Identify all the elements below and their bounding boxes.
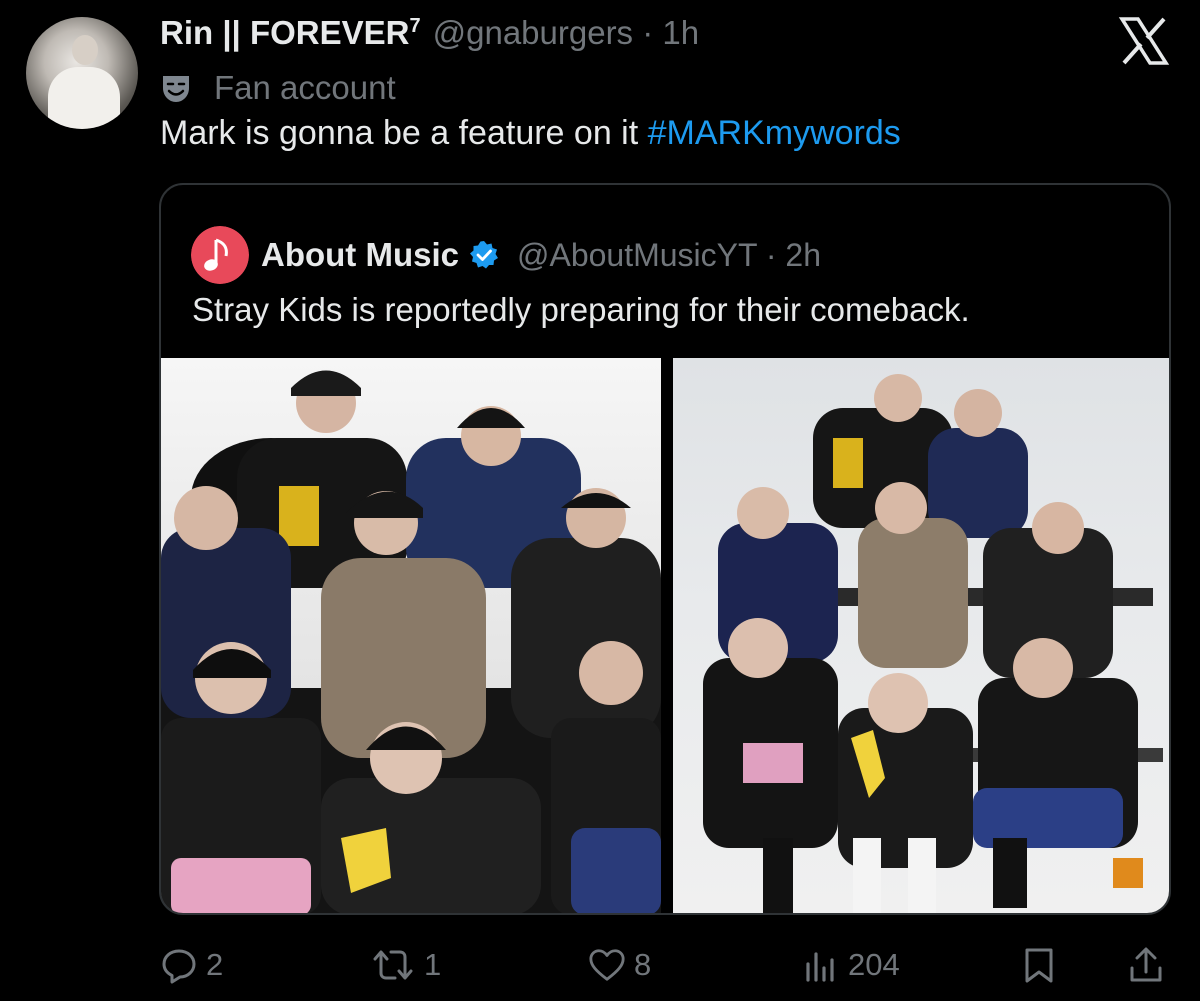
tweet-avatar[interactable]: [26, 17, 138, 129]
quote-header: About Music @AboutMusicYT · 2h: [191, 226, 821, 284]
view-count: 204: [848, 947, 900, 982]
share-icon: [1130, 947, 1162, 982]
author-name[interactable]: Rin || FOREVER7: [160, 14, 421, 52]
quote-author-handle[interactable]: @AboutMusicYT · 2h: [517, 237, 821, 274]
bookmark-button[interactable]: [1020, 940, 1066, 990]
tweet-text: Mark is gonna be a feature on it #MARKmy…: [160, 114, 901, 152]
quote-text: Stray Kids is reportedly preparing for t…: [192, 291, 970, 328]
bookmark-icon: [1025, 948, 1053, 983]
reply-count: 2: [206, 947, 224, 982]
tweet-time: 1h: [662, 14, 700, 51]
action-bar: 2 1 8 204: [0, 940, 1200, 990]
views-button[interactable]: 204: [802, 940, 900, 990]
group-photo-left: [161, 370, 661, 913]
like-count: 8: [634, 947, 652, 982]
retweet-icon: [373, 950, 413, 980]
x-logo-icon: [1118, 17, 1170, 65]
retweet-count: 1: [424, 947, 442, 982]
like-button[interactable]: 8: [588, 940, 651, 990]
account-label: Fan account: [160, 66, 396, 110]
reply-icon: [162, 949, 196, 984]
tweet-header: Rin || FOREVER7 @gnaburgers · 1h: [160, 14, 699, 58]
quote-photo-left[interactable]: [161, 358, 661, 913]
group-photo-right: [703, 374, 1163, 913]
hashtag-link[interactable]: #MARKmywords: [648, 114, 901, 152]
quote-author-name[interactable]: About Music: [261, 236, 459, 274]
author-handle[interactable]: @gnaburgers · 1h: [433, 14, 700, 52]
share-button[interactable]: [1127, 940, 1173, 990]
verified-badge-icon: [469, 241, 498, 269]
quote-photo-right[interactable]: [673, 358, 1169, 913]
music-note-avatar[interactable]: [191, 226, 249, 284]
views-icon: [806, 952, 834, 982]
reply-button[interactable]: 2: [160, 940, 223, 990]
retweet-button[interactable]: 1: [370, 940, 441, 990]
heart-icon: [589, 949, 625, 981]
theater-mask-icon: [163, 76, 189, 102]
quoted-tweet[interactable]: About Music @AboutMusicYT · 2h Stray Kid…: [159, 183, 1171, 915]
